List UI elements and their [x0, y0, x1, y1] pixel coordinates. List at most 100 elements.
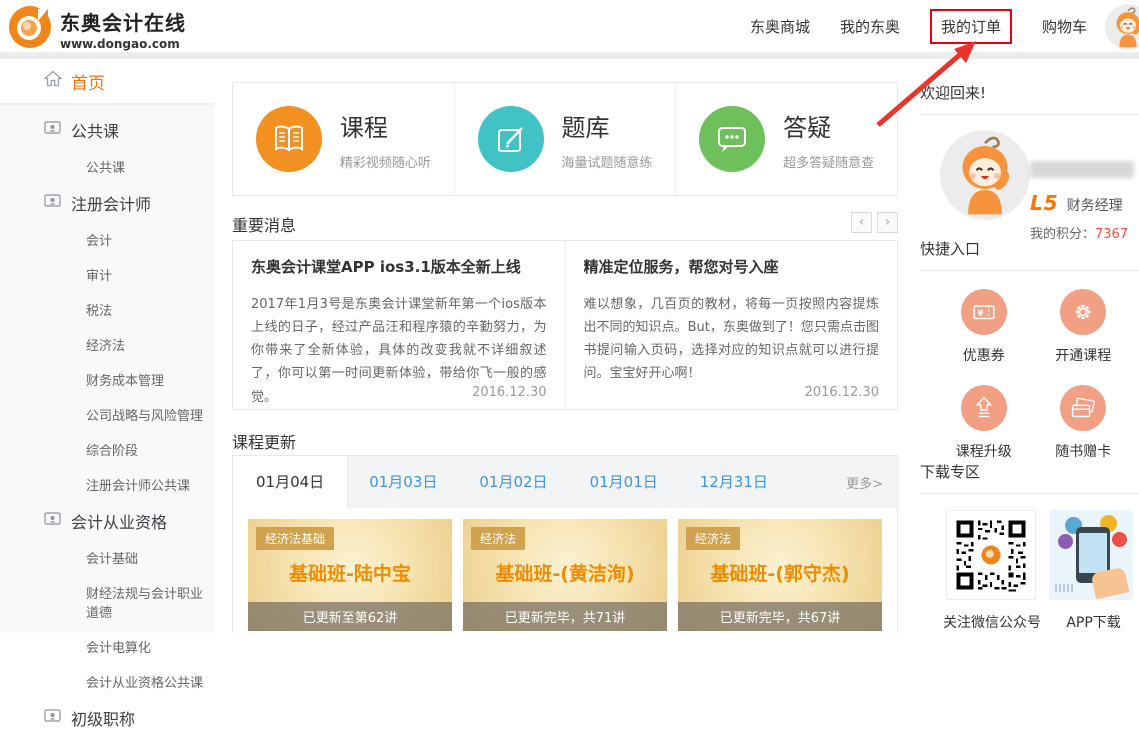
- book-icon: [256, 106, 322, 172]
- level-title: 财务经理: [1067, 195, 1123, 215]
- sidebar-item[interactable]: 税法: [0, 292, 215, 327]
- news-item-date: 2016.12.30: [472, 385, 546, 400]
- sidebar-item[interactable]: 公司战略与风险管理: [0, 397, 215, 432]
- course-card[interactable]: 经济法基础 基础班-陆中宝 已更新至第62讲: [248, 519, 452, 631]
- course-updates-box: 01月04日 01月03日 01月02日 01月01日 12月31日 更多> 经…: [232, 455, 898, 633]
- news-item-body: 难以想象，几百页的教材，将每一页按照内容提炼出不同的知识点。But，东奥做到了！…: [584, 293, 880, 386]
- course-title: 基础班-(郭守杰): [678, 559, 882, 586]
- phone-screen: [1079, 533, 1107, 573]
- pencil-icon: [478, 106, 544, 172]
- username-blurred: [1030, 161, 1134, 178]
- home-icon: [44, 70, 62, 92]
- header-nav: 东奥商城 我的东奥 我的订单 购物车: [750, 0, 1087, 52]
- feature-title: 课程: [340, 108, 431, 143]
- news-item[interactable]: 东奥会计课堂APP ios3.1版本全新上线 2017年1月3号是东奥会计课堂新…: [233, 241, 565, 409]
- course-title: 基础班-(黄洁洵): [463, 559, 667, 586]
- quick-book-card[interactable]: 随书赠卡: [1034, 385, 1134, 461]
- sidebar-home-label: 首页: [71, 69, 105, 94]
- course-badge: 经济法: [686, 527, 740, 550]
- tab-date-0104[interactable]: 01月04日: [233, 456, 348, 508]
- sidebar-section-chuji[interactable]: 初级职称: [0, 699, 215, 737]
- sidebar-item[interactable]: 综合阶段: [0, 432, 215, 467]
- quick-label: 优惠券: [963, 345, 1005, 365]
- user-avatar[interactable]: [940, 130, 1030, 220]
- nav-my-dongao[interactable]: 我的东奥: [840, 16, 900, 37]
- sidebar-item[interactable]: 经济法: [0, 327, 215, 362]
- feature-title: 答疑: [783, 108, 874, 143]
- nav-cart[interactable]: 购物车: [1042, 16, 1087, 37]
- wechat-qr-code[interactable]: [946, 510, 1036, 600]
- gear-icon: [1060, 289, 1106, 335]
- tab-date-0102[interactable]: 01月02日: [458, 456, 568, 508]
- quick-label: 开通课程: [1055, 345, 1111, 365]
- logo-url: www.dongao.com: [60, 37, 186, 51]
- course-card[interactable]: 经济法 基础班-(黄洁洵) 已更新完毕，共71讲: [463, 519, 667, 631]
- chat-icon: [699, 106, 765, 172]
- monitor-icon: [44, 121, 61, 140]
- download-panel: 下载专区 关注微信公: [920, 461, 1139, 632]
- header-avatar[interactable]: [1105, 4, 1139, 50]
- feature-subtitle: 超多答疑随意查: [783, 152, 874, 171]
- course-card[interactable]: 经济法 基础班-(郭守杰) 已更新完毕，共67讲: [678, 519, 882, 631]
- app-download-illustration[interactable]: [1049, 510, 1133, 600]
- left-sidebar: 首页 公共课 公共课 注册会计师 会计 审计 税法 经济法: [0, 59, 215, 633]
- news-item-date: 2016.12.30: [805, 385, 879, 400]
- quick-label: 课程升级: [956, 441, 1012, 461]
- more-link[interactable]: 更多>: [846, 473, 897, 492]
- course-badge: 经济法基础: [256, 527, 334, 550]
- sidebar-item[interactable]: 注册会计师公共课: [0, 467, 215, 502]
- tab-date-1231[interactable]: 12月31日: [679, 456, 789, 508]
- welcome-title: 欢迎回来!: [920, 82, 1139, 115]
- wechat-qr-label[interactable]: 关注微信公众号: [936, 612, 1048, 632]
- feature-cards: 课程 精彩视频随心听 题库 海量试题随意练 答疑: [232, 82, 898, 196]
- section-label: 会计从业资格: [71, 509, 167, 533]
- nav-my-orders[interactable]: 我的订单: [930, 9, 1012, 44]
- sidebar-section-congye[interactable]: 会计从业资格: [0, 502, 215, 540]
- feature-dayi[interactable]: 答疑 超多答疑随意查: [675, 83, 897, 195]
- sidebar-section-public[interactable]: 公共课: [0, 111, 215, 149]
- updates-section-title: 课程更新: [232, 433, 296, 452]
- news-item[interactable]: 精准定位服务，帮您对号入座 难以想象，几百页的教材，将每一页按照内容提炼出不同的…: [565, 241, 898, 409]
- sidebar-item-home[interactable]: 首页: [0, 59, 215, 105]
- sidebar-item[interactable]: 会计基础: [0, 540, 215, 575]
- feature-course[interactable]: 课程 精彩视频随心听: [233, 83, 454, 195]
- quick-upgrade[interactable]: 课程升级: [934, 385, 1034, 461]
- nav-dongao-mall[interactable]: 东奥商城: [750, 16, 810, 37]
- app-download-label[interactable]: APP下载: [1048, 612, 1139, 632]
- section-label: 注册会计师: [71, 191, 151, 215]
- course-badge: 经济法: [471, 527, 525, 550]
- sidebar-item[interactable]: 会计电算化: [0, 629, 215, 664]
- sidebar-item[interactable]: 会计: [0, 222, 215, 257]
- header-separator: [0, 52, 1139, 59]
- quick-open-course[interactable]: 开通课程: [1034, 289, 1134, 365]
- tab-date-0103[interactable]: 01月03日: [348, 456, 458, 508]
- course-status: 已更新完毕，共67讲: [678, 602, 882, 631]
- chevron-left-icon[interactable]: ‹: [851, 212, 872, 233]
- sidebar-section-cpa[interactable]: 注册会计师: [0, 184, 215, 222]
- quick-coupon[interactable]: ¥ 优惠券: [934, 289, 1034, 365]
- app-bubble-icon: [1112, 532, 1127, 547]
- feature-tiku[interactable]: 题库 海量试题随意练: [454, 83, 676, 195]
- site-logo[interactable]: 东奥会计在线 www.dongao.com: [8, 5, 186, 53]
- chevron-right-icon[interactable]: ›: [877, 212, 898, 233]
- quick-label: 随书赠卡: [1055, 441, 1111, 461]
- section-label: 公共课: [71, 118, 119, 142]
- feature-subtitle: 海量试题随意练: [562, 152, 653, 171]
- arrow-up-icon: [961, 385, 1007, 431]
- monitor-icon: [44, 709, 61, 728]
- tab-date-0101[interactable]: 01月01日: [569, 456, 679, 508]
- sidebar-item[interactable]: 财务成本管理: [0, 362, 215, 397]
- sidebar-item[interactable]: 会计从业资格公共课: [0, 664, 215, 699]
- section-label: 初级职称: [71, 706, 135, 730]
- logo-mark-icon: [8, 5, 52, 53]
- course-title: 基础班-陆中宝: [248, 559, 452, 586]
- app-bubble-icon: [1058, 534, 1073, 549]
- sidebar-item[interactable]: 财经法规与会计职业道德: [0, 575, 215, 629]
- sound-bars: [1055, 584, 1073, 592]
- sidebar-item[interactable]: 审计: [0, 257, 215, 292]
- date-tab-bar: 01月04日 01月03日 01月02日 01月01日 12月31日 更多>: [233, 456, 897, 508]
- sidebar-item[interactable]: 公共课: [0, 149, 215, 184]
- news-item-title: 精准定位服务，帮您对号入座: [584, 256, 880, 277]
- feature-title: 题库: [562, 108, 653, 143]
- quick-entry-title: 快捷入口: [920, 238, 1139, 271]
